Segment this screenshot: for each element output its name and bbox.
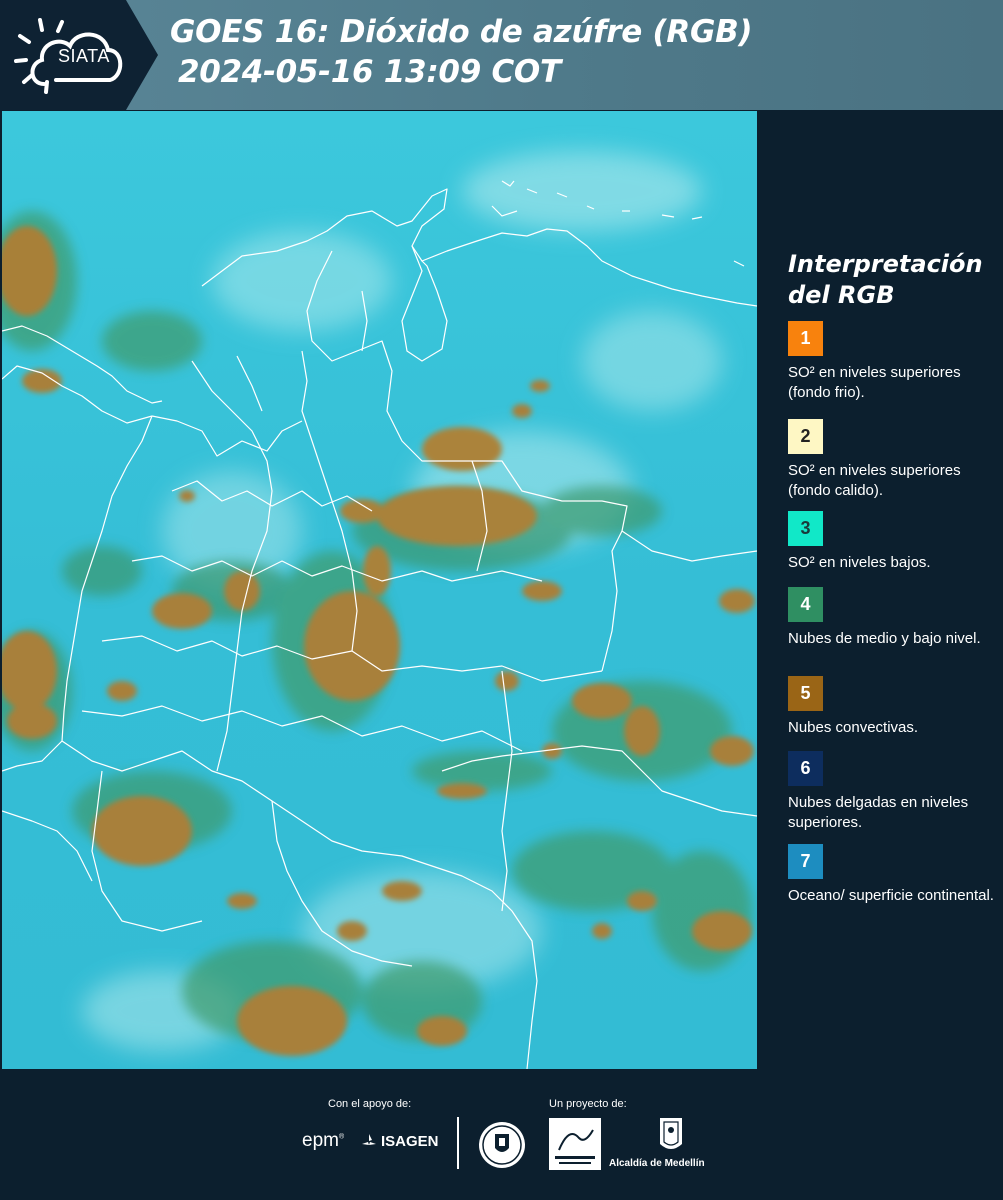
legend-swatch: 4 (788, 587, 823, 622)
legend-swatch: 2 (788, 419, 823, 454)
epm-logo: epm® (302, 1130, 345, 1151)
legend-item-1: 1 SO² en niveles superiores (fondo frio). (788, 321, 998, 403)
legend-swatch: 7 (788, 844, 823, 879)
university-seal-icon (479, 1122, 525, 1168)
legend-description: SO² en niveles bajos. (788, 554, 931, 571)
legend-swatch: 1 (788, 321, 823, 356)
legend-description: Nubes delgadas en niveles superiores. (788, 794, 969, 831)
epm-logo-text: epm (302, 1130, 339, 1151)
project-label: Un proyecto de: (549, 1098, 627, 1110)
header: SIATA GOES 16: Dióxido de azúfre (RGB) 2… (0, 0, 1003, 110)
footer: Con el apoyo de: Un proyecto de: epm® IS… (0, 1070, 1003, 1200)
legend-item-5: 5 Nubes convectivas. (788, 676, 998, 738)
satellite-map[interactable] (2, 111, 757, 1069)
page-title: GOES 16: Dióxido de azúfre (RGB) (170, 14, 753, 50)
siata-logo-text: SIATA (58, 46, 110, 66)
legend-item-6: 6 Nubes delgadas en niveles superiores. (788, 751, 998, 833)
legend-swatch: 5 (788, 676, 823, 711)
alcaldia-label: Alcaldía de Medellín (609, 1158, 705, 1169)
legend-description: Nubes convectivas. (788, 719, 919, 736)
legend-panel: Interpretación del RGB 1 SO² en niveles s… (760, 111, 1003, 1069)
legend-swatch: 3 (788, 511, 823, 546)
page-timestamp: 2024-05-16 13:09 COT (178, 54, 561, 90)
legend-item-4: 4 Nubes de medio y bajo nivel. (788, 587, 998, 649)
isagen-logo: ISAGEN (360, 1132, 439, 1150)
isagen-mark-icon (362, 1134, 376, 1145)
legend-description: SO² en niveles superiores (fondo frio). (788, 364, 961, 401)
legend-item-2: 2 SO² en niveles superiores (fondo calido… (788, 419, 998, 501)
satellite-image (2, 111, 757, 1069)
footer-divider (457, 1117, 459, 1169)
legend-description: SO² en niveles superiores (fondo calido)… (788, 462, 961, 499)
legend-description: Nubes de medio y bajo nivel. (788, 630, 981, 647)
legend-title: Interpretación del RGB (788, 250, 983, 309)
legend-description: Oceano/ superficie continental. (788, 887, 994, 904)
area-metropolitana-logo-icon (549, 1118, 601, 1170)
legend-item-3: 3 SO² en niveles bajos. (788, 511, 998, 573)
isagen-logo-text: ISAGEN (381, 1132, 439, 1150)
legend-item-7: 7 Oceano/ superficie continental. (788, 844, 998, 906)
support-label: Con el apoyo de: (328, 1098, 412, 1110)
legend-swatch: 6 (788, 751, 823, 786)
